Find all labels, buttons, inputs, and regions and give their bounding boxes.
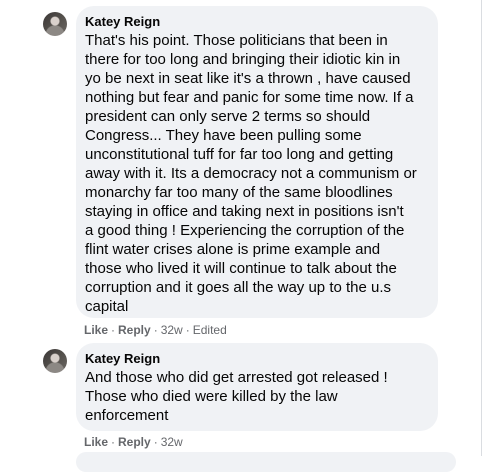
scrollbar-track[interactable] [481, 0, 482, 456]
separator-dot: · [153, 435, 158, 449]
comment-author[interactable]: Katey Reign [85, 351, 426, 367]
timestamp[interactable]: 32w [161, 435, 183, 449]
comment-text: And those who did get arrested got relea… [85, 369, 388, 424]
separator-dot: · [111, 435, 116, 449]
edited-label[interactable]: Edited [193, 323, 227, 337]
reply-button[interactable]: Reply [118, 323, 151, 337]
avatar[interactable] [43, 349, 67, 373]
like-button[interactable]: Like [84, 435, 108, 449]
comment-author[interactable]: Katey Reign [85, 14, 426, 30]
comment-bubble: Katey Reign And those who did get arrest… [76, 343, 438, 431]
reply-button[interactable]: Reply [118, 435, 151, 449]
next-comment-bubble [76, 452, 456, 472]
comment-bubble: Katey Reign That's his point. Those poli… [76, 6, 438, 318]
avatar[interactable] [43, 12, 67, 36]
separator-dot: · [111, 323, 116, 337]
separator-dot: · [153, 323, 158, 337]
comment-text: That's his point. Those politicians that… [85, 32, 417, 315]
comment-actions: Like · Reply · 32w · Edited [84, 322, 227, 338]
comment-actions: Like · Reply · 32w [84, 434, 183, 450]
separator-dot: · [185, 323, 190, 337]
like-button[interactable]: Like [84, 323, 108, 337]
timestamp[interactable]: 32w [161, 323, 183, 337]
